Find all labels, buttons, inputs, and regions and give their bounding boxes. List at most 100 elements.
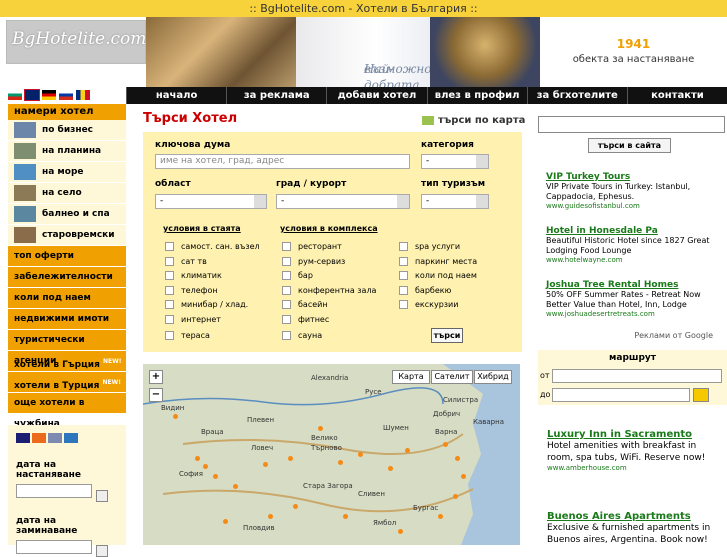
hotel-marker-icon[interactable]	[388, 466, 393, 471]
hotel-marker-icon[interactable]	[203, 464, 208, 469]
complex-option[interactable]: рум-сервиз	[282, 257, 345, 266]
hotel-map[interactable]: + − Карта Сателит Хибрид Alexandria Русе…	[143, 364, 520, 545]
extra-option[interactable]: spa услуги	[399, 242, 460, 251]
calendar-icon[interactable]	[96, 489, 108, 502]
sidebar-item-oldtime[interactable]: старовремски	[8, 225, 126, 246]
hotel-marker-icon[interactable]	[195, 456, 200, 461]
checkbox[interactable]	[165, 315, 174, 324]
nav-contacts[interactable]: контакти	[626, 87, 727, 104]
map-type-satellite[interactable]: Сателит	[431, 370, 473, 384]
room-option[interactable]: тераса	[165, 331, 210, 340]
room-option[interactable]: сат тв	[165, 257, 207, 266]
region-select[interactable]: -	[155, 194, 267, 209]
extra-option[interactable]: коли под наем	[399, 271, 477, 280]
hotel-marker-icon[interactable]	[223, 519, 228, 524]
hotel-marker-icon[interactable]	[213, 474, 218, 479]
checkbox[interactable]	[399, 242, 408, 251]
flag-ro-icon[interactable]	[76, 90, 90, 100]
site-logo[interactable]: BgHotelite.com	[6, 20, 146, 64]
extra-option[interactable]: паркинг места	[399, 257, 477, 266]
ad-item[interactable]: Joshua Tree Rental Homes 50% OFF Summer …	[546, 280, 724, 318]
checkbox[interactable]	[165, 300, 174, 309]
complex-option[interactable]: бар	[282, 271, 313, 280]
site-search-input[interactable]	[538, 116, 725, 133]
tourism-select[interactable]: -	[421, 194, 489, 209]
ad-title[interactable]: VIP Turkey Tours	[546, 172, 724, 182]
checkbox[interactable]	[282, 300, 291, 309]
category-select[interactable]: -	[421, 154, 489, 169]
flag-ru-icon[interactable]	[59, 90, 73, 100]
sidebar-cat-top-offers[interactable]: топ оферти	[8, 246, 126, 267]
checkbox[interactable]	[165, 242, 174, 251]
ad-item[interactable]: Buenos Aires Apartments Exclusive & furn…	[547, 511, 725, 546]
checkbox[interactable]	[282, 286, 291, 295]
sidebar-cat-agencies[interactable]: туристически агенции	[8, 330, 126, 366]
checkbox[interactable]	[165, 286, 174, 295]
nav-add-hotel[interactable]: добави хотел	[326, 87, 426, 104]
complex-option[interactable]: конферентна зала	[282, 286, 376, 295]
ad-title[interactable]: Buenos Aires Apartments	[547, 511, 725, 522]
departure-date-input[interactable]	[16, 539, 92, 554]
hotel-marker-icon[interactable]	[438, 514, 443, 519]
sidebar-cat-sights[interactable]: забележителности	[8, 267, 126, 288]
room-option[interactable]: климатик	[165, 271, 222, 280]
ad-url[interactable]: www.joshuadesertretreats.com	[546, 310, 724, 318]
room-option[interactable]: интернет	[165, 315, 221, 324]
nav-home[interactable]: начало	[126, 87, 226, 104]
ad-title[interactable]: Joshua Tree Rental Homes	[546, 280, 724, 290]
ad-item[interactable]: Hotel in Honesdale Pa Beautiful Historic…	[546, 226, 724, 264]
ad-title[interactable]: Hotel in Honesdale Pa	[546, 226, 724, 236]
site-search-button[interactable]: търси в сайта	[588, 138, 671, 153]
flag-bg-icon[interactable]	[8, 90, 22, 100]
sidebar-item-village[interactable]: на село	[8, 183, 126, 204]
ad-url[interactable]: www.guidesofistanbul.com	[546, 202, 724, 210]
checkbox[interactable]	[165, 271, 174, 280]
checkbox[interactable]	[282, 257, 291, 266]
hotel-marker-icon[interactable]	[343, 514, 348, 519]
nav-login[interactable]: влез в профил	[426, 87, 527, 104]
map-type-hybrid[interactable]: Хибрид	[474, 370, 512, 384]
flag-en-icon[interactable]	[24, 89, 40, 101]
hotel-marker-icon[interactable]	[461, 474, 466, 479]
extra-option[interactable]: барбекю	[399, 286, 451, 295]
hotel-marker-icon[interactable]	[405, 448, 410, 453]
sidebar-item-mountain[interactable]: на планина	[8, 141, 126, 162]
extra-option[interactable]: екскурзии	[399, 300, 458, 309]
route-go-button[interactable]	[693, 388, 709, 402]
ad-title[interactable]: Luxury Inn in Sacramento	[547, 429, 725, 440]
checkbox[interactable]	[399, 271, 408, 280]
hotel-marker-icon[interactable]	[398, 529, 403, 534]
nav-about[interactable]: за бгхотелите	[526, 87, 627, 104]
ad-url[interactable]: www.amberhouse.com	[547, 464, 725, 472]
ad-url[interactable]: www.hotelwayne.com	[546, 256, 724, 264]
checkbox[interactable]	[399, 300, 408, 309]
hotel-marker-icon[interactable]	[233, 484, 238, 489]
flag-de-icon[interactable]	[42, 90, 56, 100]
sidebar-cat-turkey[interactable]: хотели в Турция NEW!	[8, 372, 126, 393]
hotel-marker-icon[interactable]	[358, 452, 363, 457]
sidebar-item-sea[interactable]: на море	[8, 162, 126, 183]
map-search-link[interactable]: търси по карта	[422, 115, 525, 126]
sidebar-item-spa[interactable]: балнео и спа	[8, 204, 126, 225]
route-from-input[interactable]	[552, 369, 722, 383]
room-option[interactable]: телефон	[165, 286, 218, 295]
calendar-icon[interactable]	[96, 545, 108, 557]
sidebar-item-business[interactable]: по бизнес	[8, 120, 126, 141]
hotel-marker-icon[interactable]	[263, 462, 268, 467]
sidebar-cat-real-estate[interactable]: недвижими имоти	[8, 309, 126, 330]
ads-by-google[interactable]: Реклами от Google	[634, 331, 713, 340]
complex-option[interactable]: фитнес	[282, 315, 329, 324]
search-button[interactable]: търси	[431, 328, 463, 343]
complex-option[interactable]: басейн	[282, 300, 328, 309]
room-option[interactable]: самост. сан. възел	[165, 242, 260, 251]
complex-option[interactable]: ресторант	[282, 242, 342, 251]
complex-option[interactable]: сауна	[282, 331, 322, 340]
hotel-marker-icon[interactable]	[443, 442, 448, 447]
hotel-marker-icon[interactable]	[453, 494, 458, 499]
checkbox[interactable]	[399, 257, 408, 266]
checkbox[interactable]	[165, 331, 174, 340]
checkbox[interactable]	[399, 286, 408, 295]
keyword-input[interactable]: име на хотел, град, адрес	[155, 154, 410, 169]
checkbox[interactable]	[282, 331, 291, 340]
ad-item[interactable]: VIP Turkey Tours VIP Private Tours in Tu…	[546, 172, 724, 210]
